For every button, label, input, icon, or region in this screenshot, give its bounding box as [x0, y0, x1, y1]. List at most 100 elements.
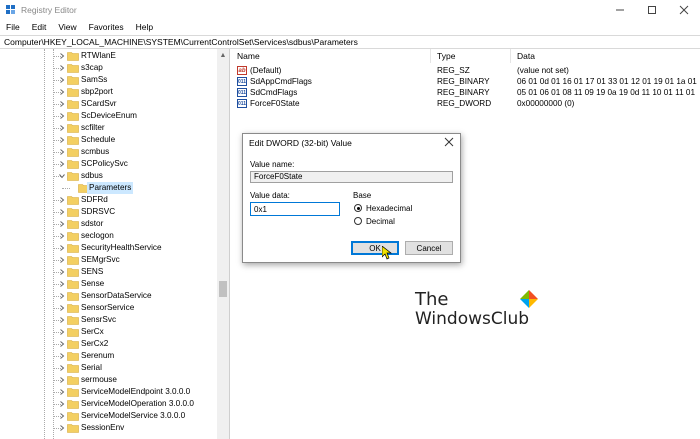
chevron-right-icon[interactable] [59, 77, 65, 83]
value-row[interactable]: 011 ForceF0State REG_DWORD 0x00000000 (0) [231, 98, 700, 109]
chevron-right-icon[interactable] [59, 293, 65, 299]
chevron-down-icon[interactable] [59, 173, 65, 179]
column-data-header[interactable]: Data [511, 49, 700, 63]
tree-item[interactable]: SensorService [0, 302, 218, 314]
tree-item[interactable]: sdstor [0, 218, 218, 230]
chevron-right-icon[interactable] [59, 89, 65, 95]
tree-item[interactable]: scmbus [0, 146, 218, 158]
value-row[interactable]: ab (Default) REG_SZ (value not set) [231, 65, 700, 76]
chevron-right-icon[interactable] [59, 53, 65, 59]
tree-item[interactable]: ServiceModelService 3.0.0.0 [0, 410, 218, 422]
chevron-right-icon[interactable] [59, 149, 65, 155]
window-title: Registry Editor [21, 4, 77, 15]
tree-item[interactable]: Serial [0, 362, 218, 374]
tree-item-label: RTWlanE [81, 51, 116, 60]
tree-item[interactable]: Schedule [0, 134, 218, 146]
menu-view[interactable]: View [52, 22, 82, 32]
minimize-button[interactable] [604, 0, 636, 19]
chevron-right-icon[interactable] [59, 137, 65, 143]
tree-item[interactable]: seclogon [0, 230, 218, 242]
tree-item[interactable]: Sense [0, 278, 218, 290]
tree-item[interactable]: SCPolicySvc [0, 158, 218, 170]
chevron-right-icon[interactable] [59, 65, 65, 71]
hexadecimal-radio-row[interactable]: Hexadecimal [354, 203, 412, 213]
chevron-right-icon[interactable] [59, 197, 65, 203]
chevron-right-icon[interactable] [59, 425, 65, 431]
tree-item[interactable]: Serenum [0, 350, 218, 362]
chevron-right-icon[interactable] [59, 209, 65, 215]
tree-item[interactable]: sbp2port [0, 86, 218, 98]
tree-item[interactable]: SCardSvr [0, 98, 218, 110]
tree-item[interactable]: sdbus [0, 170, 218, 182]
menu-favorites[interactable]: Favorites [83, 22, 130, 32]
chevron-right-icon[interactable] [59, 125, 65, 131]
chevron-right-icon[interactable] [59, 365, 65, 371]
tree-item[interactable]: scfilter [0, 122, 218, 134]
chevron-right-icon[interactable] [59, 113, 65, 119]
decimal-radio-row[interactable]: Decimal [354, 216, 395, 226]
tree-item[interactable]: RTWlanE [0, 50, 218, 62]
tree-item[interactable]: s3cap [0, 62, 218, 74]
dialog-close-icon[interactable] [444, 137, 454, 147]
tree-item[interactable]: ServiceModelOperation 3.0.0.0 [0, 398, 218, 410]
value-data-input[interactable] [250, 202, 340, 216]
chevron-right-icon[interactable] [59, 257, 65, 263]
cancel-button[interactable]: Cancel [405, 241, 453, 255]
chevron-right-icon[interactable] [59, 341, 65, 347]
tree-item[interactable]: SerCx [0, 326, 218, 338]
tree-item[interactable]: SDFRd [0, 194, 218, 206]
scroll-up-icon[interactable]: ▲ [217, 49, 229, 61]
chevron-right-icon[interactable] [59, 305, 65, 311]
chevron-right-icon[interactable] [59, 317, 65, 323]
tree-item-label: SensrSvc [81, 315, 117, 324]
base-label: Base [353, 191, 372, 200]
folder-icon [67, 76, 79, 85]
value-row[interactable]: 011 SdAppCmdFlags REG_BINARY 06 01 0d 01 16… [231, 76, 700, 87]
tree-item[interactable]: SDRSVC [0, 206, 218, 218]
chevron-right-icon[interactable] [59, 101, 65, 107]
column-type-header[interactable]: Type [431, 49, 511, 63]
tree-item-label: scfilter [81, 123, 105, 132]
decimal-radio[interactable] [354, 217, 362, 225]
chevron-right-icon[interactable] [59, 413, 65, 419]
chevron-right-icon[interactable] [59, 269, 65, 275]
maximize-button[interactable] [636, 0, 668, 19]
tree-scrollbar[interactable]: ▲ [217, 49, 229, 439]
tree-item[interactable]: Parameters [0, 182, 218, 194]
chevron-right-icon[interactable] [59, 377, 65, 383]
hexadecimal-radio[interactable] [354, 204, 362, 212]
tree-item[interactable]: SEMgrSvc [0, 254, 218, 266]
tree-item[interactable]: SENS [0, 266, 218, 278]
tree-item[interactable]: SecurityHealthService [0, 242, 218, 254]
binary-value-icon: 011 [237, 88, 247, 97]
tree-item[interactable]: ServiceModelEndpoint 3.0.0.0 [0, 386, 218, 398]
tree-guide-line [62, 188, 70, 189]
tree-item[interactable]: SessionEnv [0, 422, 218, 434]
value-row[interactable]: 011 SdCmdFlags REG_BINARY 05 01 06 01 08 11… [231, 87, 700, 98]
chevron-right-icon[interactable] [59, 245, 65, 251]
chevron-right-icon[interactable] [59, 329, 65, 335]
tree-item[interactable]: SensorDataService [0, 290, 218, 302]
chevron-right-icon[interactable] [59, 389, 65, 395]
close-button[interactable] [668, 0, 700, 19]
menu-edit[interactable]: Edit [26, 22, 53, 32]
mouse-cursor-icon [382, 246, 392, 260]
menu-bar: File Edit View Favorites Help [0, 19, 700, 34]
chevron-right-icon[interactable] [59, 353, 65, 359]
chevron-right-icon[interactable] [59, 233, 65, 239]
tree-item[interactable]: ScDeviceEnum [0, 110, 218, 122]
tree-item[interactable]: SensrSvc [0, 314, 218, 326]
chevron-right-icon[interactable] [59, 281, 65, 287]
chevron-right-icon[interactable] [59, 221, 65, 227]
chevron-right-icon[interactable] [59, 401, 65, 407]
tree-item[interactable]: sermouse [0, 374, 218, 386]
tree-item[interactable]: SerCx2 [0, 338, 218, 350]
chevron-right-icon[interactable] [59, 161, 65, 167]
scroll-thumb[interactable] [219, 281, 227, 297]
tree-item[interactable]: SamSs [0, 74, 218, 86]
menu-help[interactable]: Help [130, 22, 159, 32]
tree-item-label: sbp2port [81, 87, 113, 96]
menu-file[interactable]: File [0, 22, 26, 32]
address-bar[interactable]: Computer\HKEY_LOCAL_MACHINE\SYSTEM\Curre… [0, 35, 700, 49]
column-name-header[interactable]: Name [231, 49, 431, 63]
